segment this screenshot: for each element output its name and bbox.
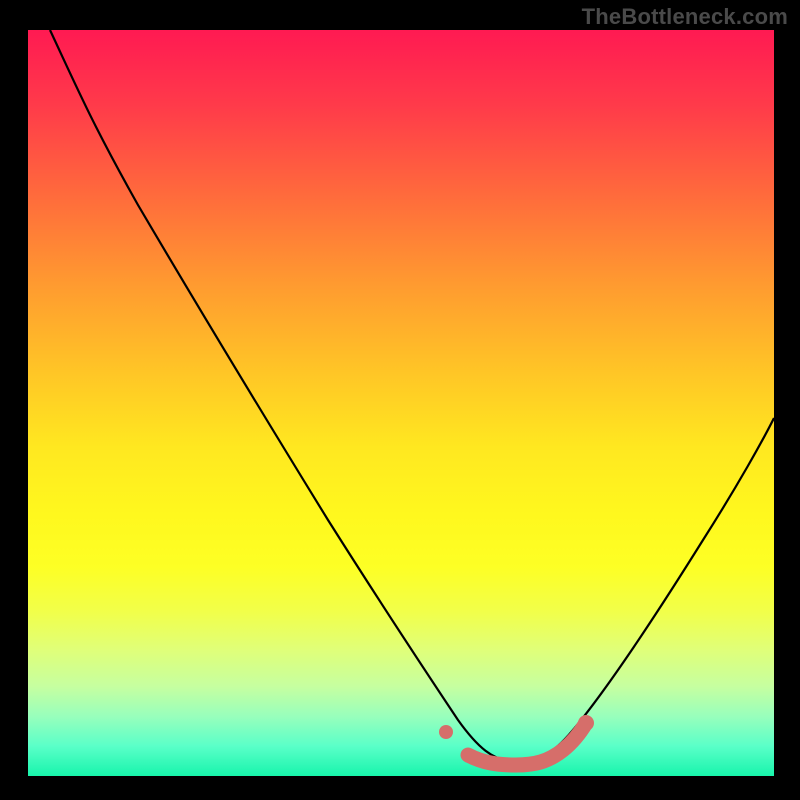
bottleneck-curve <box>50 30 774 762</box>
highlight-band <box>468 723 586 765</box>
highlight-dot-left <box>439 725 453 739</box>
highlight-dot-right <box>578 715 594 731</box>
chart-overlay <box>28 30 774 776</box>
chart-container: TheBottleneck.com <box>0 0 800 800</box>
attribution-text: TheBottleneck.com <box>582 4 788 30</box>
plot-area <box>28 30 774 776</box>
